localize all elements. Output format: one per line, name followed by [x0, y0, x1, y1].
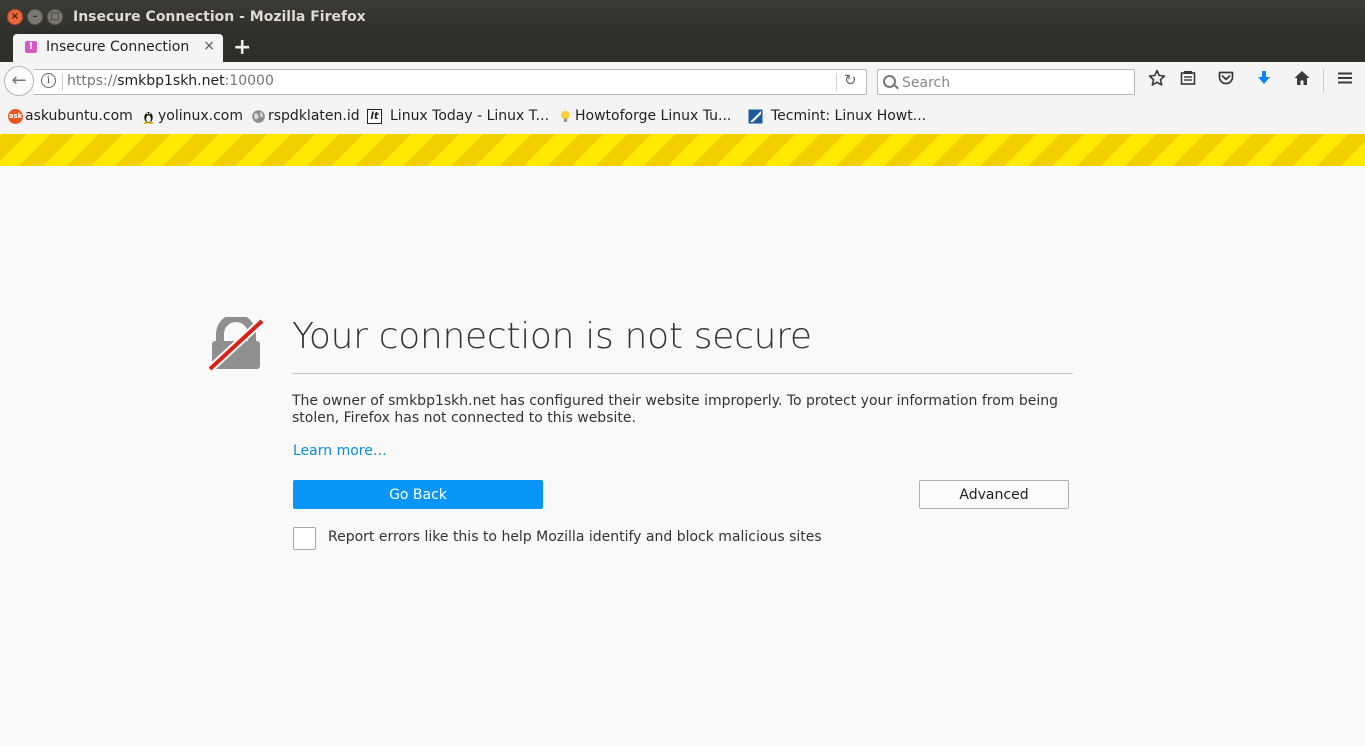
window-minimize-button[interactable]: – — [27, 9, 43, 25]
window-title: Insecure Connection - Mozilla Firefox — [73, 9, 366, 25]
learn-more-link[interactable]: Learn more… — [293, 443, 387, 459]
bookmark-yolinux[interactable]: yolinux.com — [141, 108, 243, 124]
menu-icon[interactable] — [1333, 69, 1357, 93]
bookmark-star-icon[interactable] — [1145, 69, 1169, 93]
bookmarks-toolbar: ask askubuntu.com yolinux.com rspdklaten… — [0, 100, 1365, 135]
reading-list-icon[interactable] — [1176, 69, 1200, 93]
bookmark-askubuntu[interactable]: ask askubuntu.com — [8, 108, 133, 124]
warning-favicon-icon: ! — [25, 41, 37, 53]
tab-strip: ! Insecure Connection × + — [0, 34, 1365, 62]
tab-close-icon[interactable]: × — [203, 38, 215, 54]
error-description: The owner of smkbp1skh.net has configure… — [292, 393, 1059, 426]
window-controls: × – □ — [7, 9, 63, 25]
site-info-icon[interactable]: i — [41, 73, 56, 88]
bookmark-label: askubuntu.com — [25, 108, 133, 124]
globe-icon — [251, 109, 266, 124]
search-bar[interactable] — [877, 69, 1135, 95]
url-bar[interactable]: i https://smkbp1skh.net:10000 ↻ — [34, 69, 867, 95]
tux-icon — [141, 109, 156, 124]
url-divider — [62, 73, 63, 91]
warning-stripe — [0, 134, 1365, 166]
reload-icon[interactable]: ↻ — [844, 71, 857, 89]
bookmark-tecmint[interactable]: Tecmint: Linux Howt... — [748, 108, 926, 124]
bookmark-howtoforge[interactable]: Howtoforge Linux Tu... — [558, 108, 731, 124]
downloads-icon[interactable] — [1252, 69, 1276, 93]
toolbar-divider — [1323, 69, 1324, 93]
linuxtoday-icon: lt — [367, 108, 382, 124]
bookmark-label: Howtoforge Linux Tu... — [575, 108, 732, 124]
title-divider — [292, 373, 1073, 374]
window-maximize-button[interactable]: □ — [47, 9, 63, 25]
bookmark-label: yolinux.com — [158, 108, 244, 124]
pocket-icon[interactable] — [1214, 69, 1238, 93]
bookmark-label: Linux Today - Linux T... — [390, 108, 550, 124]
back-button[interactable]: ← — [4, 66, 34, 96]
lightbulb-icon — [558, 109, 573, 124]
report-errors-checkbox[interactable] — [293, 527, 316, 550]
tab-label: Insecure Connection — [46, 39, 190, 55]
window-close-button[interactable]: × — [7, 9, 23, 25]
page-title: Your connection is not secure — [292, 316, 812, 357]
url-host: smkbp1skh.net — [117, 73, 225, 89]
home-icon[interactable] — [1290, 69, 1314, 93]
url-scheme: https:// — [67, 73, 118, 89]
search-input[interactable] — [900, 72, 1132, 93]
bookmark-rspdklaten[interactable]: rspdklaten.id — [251, 108, 360, 124]
url-text[interactable]: https://smkbp1skh.net:10000 — [67, 73, 274, 89]
tab-insecure-connection[interactable]: ! Insecure Connection × — [13, 34, 223, 62]
askubuntu-icon: ask — [8, 108, 23, 124]
report-errors-label[interactable]: Report errors like this to help Mozilla … — [328, 529, 822, 545]
new-tab-button[interactable]: + — [233, 35, 251, 60]
bookmark-label: Tecmint: Linux Howt... — [771, 108, 927, 124]
window-titlebar: × – □ Insecure Connection - Mozilla Fire… — [0, 0, 1365, 34]
broken-lock-icon — [206, 314, 266, 373]
go-back-button[interactable]: Go Back — [293, 480, 543, 509]
tecmint-icon — [748, 109, 763, 124]
bookmark-linuxtoday[interactable]: lt Linux Today - Linux T... — [367, 108, 549, 124]
url-divider-right — [836, 73, 837, 91]
navigation-toolbar: ← i https://smkbp1skh.net:10000 ↻ — [0, 62, 1365, 100]
search-icon — [883, 75, 896, 88]
url-port: :10000 — [224, 73, 274, 89]
bookmark-label: rspdklaten.id — [268, 108, 360, 124]
advanced-button[interactable]: Advanced — [919, 480, 1069, 509]
